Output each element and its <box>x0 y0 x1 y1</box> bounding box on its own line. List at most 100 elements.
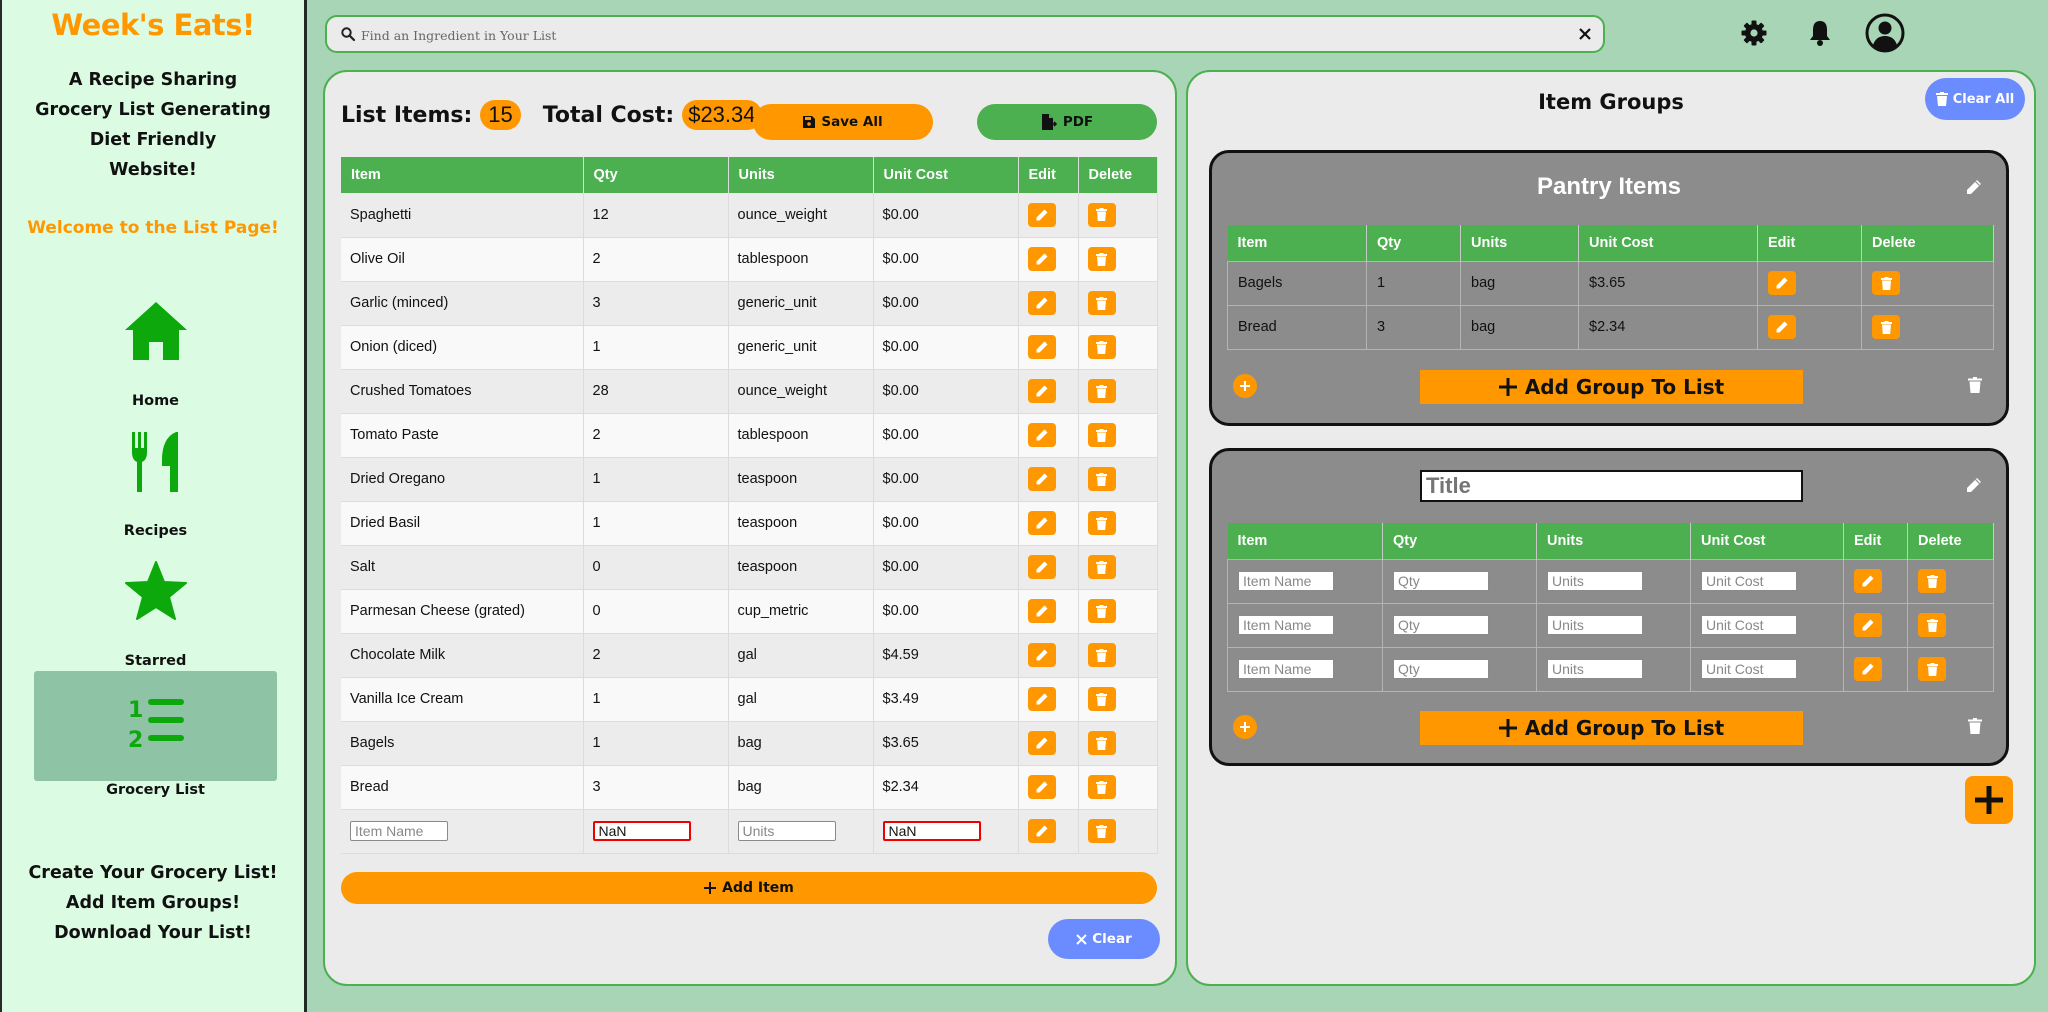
qty-cell: 3 <box>583 281 729 326</box>
column-header: Units <box>1536 523 1691 559</box>
delete-button[interactable] <box>1918 613 1946 637</box>
edit-button[interactable] <box>1027 775 1056 799</box>
delete-button[interactable] <box>1087 775 1116 799</box>
qty-input[interactable] <box>1393 659 1489 679</box>
add-item-button[interactable]: Add Item <box>341 872 1157 904</box>
list-summary: List Items: 15 Total Cost: $23.34 <box>341 100 762 130</box>
delete-button[interactable] <box>1087 247 1116 271</box>
sidebar-item-grocery-list[interactable]: 1 2 Grocery List <box>34 671 277 798</box>
edit-cell <box>1018 809 1079 854</box>
add-item-label: Add Item <box>722 880 794 896</box>
delete-button[interactable] <box>1872 315 1900 339</box>
delete-button[interactable] <box>1918 569 1946 593</box>
edit-button[interactable] <box>1027 731 1056 755</box>
unit-cost-cell: $4.59 <box>873 633 1019 678</box>
delete-button[interactable] <box>1087 643 1116 667</box>
sidebar-item-home[interactable]: Home <box>34 300 277 410</box>
edit-button[interactable] <box>1027 423 1056 447</box>
edit-button[interactable] <box>1854 657 1882 681</box>
edit-button[interactable] <box>1768 315 1796 339</box>
edit-button[interactable] <box>1027 599 1056 623</box>
edit-button[interactable] <box>1027 379 1056 403</box>
delete-button[interactable] <box>1087 511 1116 535</box>
save-all-button[interactable]: Save All <box>753 104 933 140</box>
qty-cell: 1 <box>583 501 729 546</box>
unit-cost-input[interactable] <box>1701 615 1797 635</box>
delete-button[interactable] <box>1087 819 1116 843</box>
qty-input[interactable] <box>592 821 691 841</box>
add-row-button[interactable] <box>1233 374 1257 398</box>
edit-button[interactable] <box>1027 291 1056 315</box>
delete-button[interactable] <box>1087 555 1116 579</box>
delete-button[interactable] <box>1087 599 1116 623</box>
unit-cost-input[interactable] <box>1701 659 1797 679</box>
delete-button[interactable] <box>1872 271 1900 295</box>
units-input[interactable] <box>737 821 836 841</box>
sidebar-item-recipes[interactable]: Recipes <box>34 430 277 540</box>
gear-icon[interactable] <box>1741 20 1767 46</box>
table-row: Tomato Paste 2 tablespoon $0.00 <box>341 413 1158 458</box>
add-group-to-list-button[interactable]: Add Group To List <box>1420 370 1803 404</box>
add-group-to-list-button[interactable]: Add Group To List <box>1420 711 1803 745</box>
table-row <box>1227 646 1994 692</box>
bell-icon[interactable] <box>1808 19 1832 46</box>
edit-button[interactable] <box>1027 555 1056 579</box>
sidebar-item-starred[interactable]: Starred <box>34 560 277 670</box>
item-name-input[interactable] <box>1238 659 1334 679</box>
delete-button[interactable] <box>1087 423 1116 447</box>
trash-icon[interactable] <box>1968 718 1982 734</box>
delete-button[interactable] <box>1087 202 1116 227</box>
delete-button[interactable] <box>1087 731 1116 755</box>
delete-button[interactable] <box>1087 291 1116 315</box>
delete-button[interactable] <box>1918 657 1946 681</box>
edit-button[interactable] <box>1027 687 1056 711</box>
units-cell: gal <box>728 633 874 678</box>
units-cell: bag <box>1460 304 1579 350</box>
search-input[interactable] <box>359 24 1539 46</box>
list-items-count: 15 <box>480 100 521 130</box>
delete-button[interactable] <box>1087 467 1116 491</box>
pencil-icon <box>1776 277 1788 289</box>
delete-button[interactable] <box>1087 335 1116 359</box>
add-row-button[interactable] <box>1233 715 1257 739</box>
pencil-icon[interactable] <box>1966 477 1982 493</box>
table-row: Dried Basil 1 teaspoon $0.00 <box>341 501 1158 546</box>
edit-button[interactable] <box>1027 643 1056 667</box>
user-avatar-icon[interactable] <box>1865 13 1905 53</box>
pdf-button[interactable]: PDF <box>977 104 1157 140</box>
item-name-cell: Bread <box>341 765 584 810</box>
item-name-input[interactable] <box>1238 615 1334 635</box>
group-title-input[interactable] <box>1420 470 1803 502</box>
clear-all-button[interactable]: Clear All <box>1925 78 2025 120</box>
unit-cost-input[interactable] <box>1701 571 1797 591</box>
unit-cost-input[interactable] <box>882 821 981 841</box>
add-group-button[interactable] <box>1965 776 2013 824</box>
units-input[interactable] <box>1547 659 1643 679</box>
edit-button[interactable] <box>1027 511 1056 535</box>
delete-button[interactable] <box>1087 379 1116 403</box>
units-input[interactable] <box>1547 571 1643 591</box>
qty-input[interactable] <box>1393 615 1489 635</box>
trash-icon[interactable] <box>1968 377 1982 393</box>
item-name-input[interactable] <box>1238 571 1334 591</box>
edit-button[interactable] <box>1768 271 1796 295</box>
unit-cost-cell: $2.34 <box>873 765 1019 810</box>
pencil-icon <box>1036 693 1047 705</box>
qty-input[interactable] <box>1393 571 1489 591</box>
trash-icon <box>1096 692 1107 706</box>
edit-button[interactable] <box>1027 202 1056 227</box>
close-icon[interactable] <box>1579 28 1591 40</box>
edit-button[interactable] <box>1027 819 1056 843</box>
brand-title[interactable]: Week's Eats! <box>2 8 304 42</box>
edit-button[interactable] <box>1027 247 1056 271</box>
table-header-row: Item Qty Units Unit Cost Edit Delete <box>1227 225 1994 261</box>
delete-button[interactable] <box>1087 687 1116 711</box>
clear-button[interactable]: Clear <box>1048 919 1160 959</box>
edit-button[interactable] <box>1854 613 1882 637</box>
item-name-input[interactable] <box>350 821 448 841</box>
edit-button[interactable] <box>1854 569 1882 593</box>
edit-button[interactable] <box>1027 467 1056 491</box>
units-input[interactable] <box>1547 615 1643 635</box>
pencil-icon[interactable] <box>1966 179 1982 195</box>
edit-button[interactable] <box>1027 335 1056 359</box>
